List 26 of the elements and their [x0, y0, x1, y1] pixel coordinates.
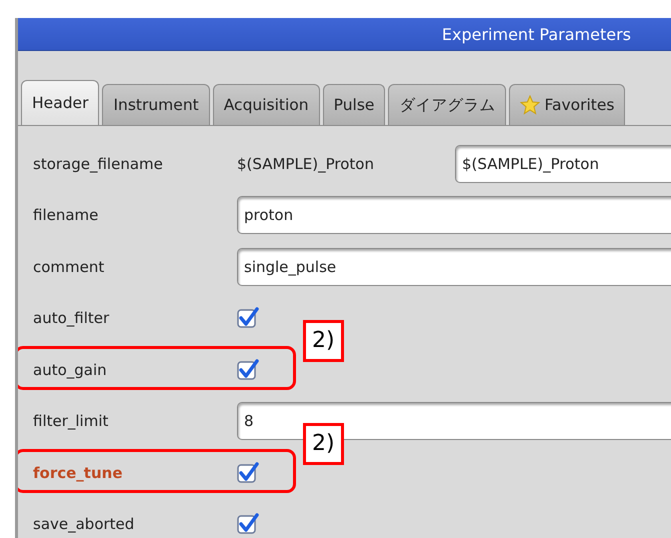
parameter-label: storage_filename: [33, 154, 164, 173]
tab[interactable]: Instrument: [102, 84, 210, 125]
callout-label: 2): [303, 320, 344, 362]
tab[interactable]: Acquisition: [212, 84, 320, 125]
parameter-label: filename: [33, 206, 100, 224]
checkbox[interactable]: [237, 307, 259, 330]
tab[interactable]: Favorites: [509, 84, 626, 125]
parameter-label: auto_gain: [33, 360, 108, 379]
parameter-value: $(SAMPLE)_Proton: [237, 154, 375, 173]
tab[interactable]: Header: [21, 80, 100, 125]
parameter-label: auto_filter: [33, 309, 110, 328]
parameter-label: force_tune: [33, 464, 124, 482]
parameter-label: save_aborted: [33, 515, 136, 534]
input-field[interactable]: $(SAMPLE)_Proton: [455, 144, 671, 183]
input-field[interactable]: proton: [237, 196, 671, 234]
checkbox[interactable]: [237, 358, 259, 381]
input-field[interactable]: single_pulse: [237, 248, 671, 286]
parameter-label: comment: [33, 258, 106, 276]
tab[interactable]: Pulse: [322, 84, 386, 125]
checkbox[interactable]: [237, 462, 259, 484]
window-title: Experiment Parameters: [442, 24, 631, 44]
tab[interactable]: ダイアグラム: [388, 84, 506, 125]
checkbox[interactable]: [237, 513, 259, 536]
parameter-label: filter_limit: [33, 412, 110, 430]
callout-label: 2): [303, 423, 344, 465]
star-icon: [520, 95, 540, 115]
